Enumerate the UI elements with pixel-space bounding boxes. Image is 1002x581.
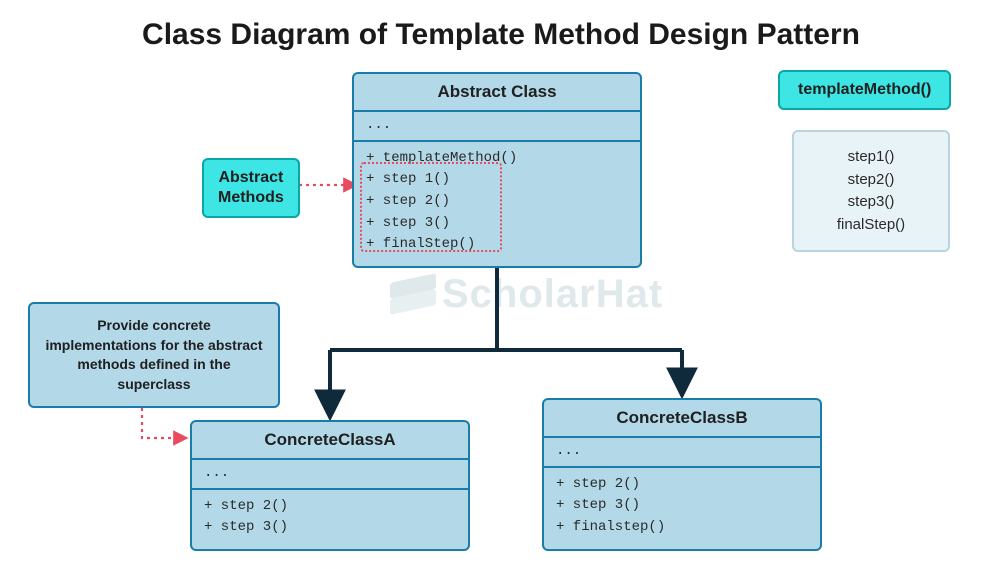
callout-line: Abstract [218, 169, 283, 186]
diagram-title: Class Diagram of Template Method Design … [0, 18, 1002, 52]
concrete-class-a-box: ConcreteClassA ... + step 2() + step 3() [190, 420, 470, 551]
method-line: + step 1() [366, 169, 628, 191]
abstract-methods-callout: Abstract Methods [202, 158, 300, 218]
step-line: finalStep() [818, 214, 924, 237]
abstract-class-attrs: ... [354, 112, 640, 142]
concrete-class-a-attrs: ... [192, 460, 468, 490]
watermark: ScholarHat [390, 272, 663, 317]
concrete-class-b-attrs: ... [544, 438, 820, 468]
abstract-class-methods: + templateMethod() + step 1() + step 2()… [354, 142, 640, 266]
concrete-class-a-name: ConcreteClassA [192, 422, 468, 460]
method-line: + step 2() [556, 474, 808, 496]
abstract-class-box: Abstract Class ... + templateMethod() + … [352, 72, 642, 268]
step-line: step3() [818, 191, 924, 214]
template-method-label: templateMethod() [778, 70, 951, 110]
method-line: + step 3() [366, 213, 628, 235]
concrete-class-b-name: ConcreteClassB [544, 400, 820, 438]
step-line: step1() [818, 146, 924, 169]
template-method-text: templateMethod() [798, 81, 931, 98]
method-line: + step 2() [204, 496, 456, 518]
template-steps-panel: step1() step2() step3() finalStep() [792, 130, 950, 252]
watermark-text: ScholarHat [442, 272, 663, 317]
method-line: + templateMethod() [366, 148, 628, 170]
concrete-class-a-methods: + step 2() + step 3() [192, 490, 468, 549]
scholarhat-logo-icon [390, 278, 436, 312]
method-line: + step 3() [556, 495, 808, 517]
method-line: + step 3() [204, 517, 456, 539]
abstract-class-name: Abstract Class [354, 74, 640, 112]
concrete-class-b-methods: + step 2() + step 3() + finalstep() [544, 468, 820, 549]
concrete-impl-callout: Provide concrete implementations for the… [28, 302, 280, 408]
concrete-impl-text: Provide concrete implementations for the… [45, 317, 262, 392]
method-line: + finalStep() [366, 234, 628, 256]
method-line: + finalstep() [556, 517, 808, 539]
concrete-class-b-box: ConcreteClassB ... + step 2() + step 3()… [542, 398, 822, 551]
callout-line: Methods [218, 189, 284, 206]
method-line: + step 2() [366, 191, 628, 213]
step-line: step2() [818, 169, 924, 192]
